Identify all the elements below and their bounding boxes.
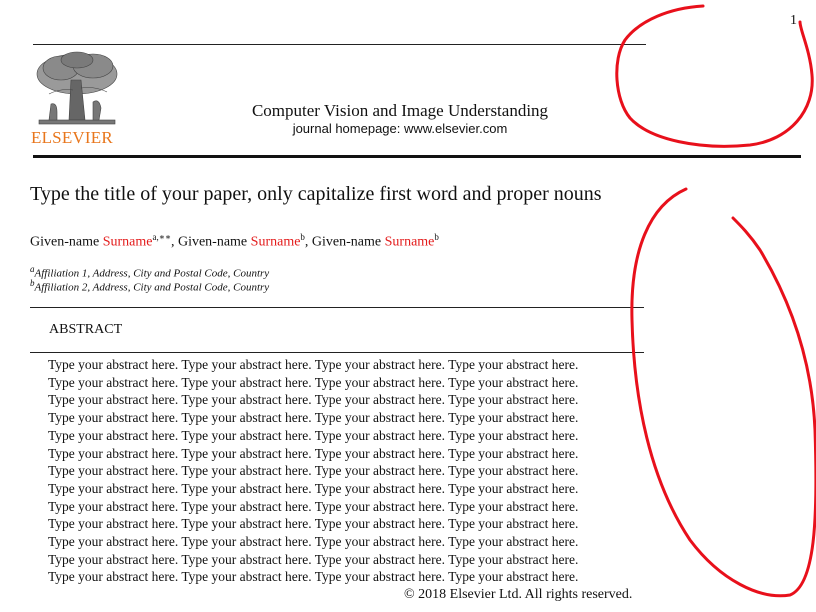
affiliation-2: bAffiliation 2, Address, City and Postal… <box>30 278 269 294</box>
author-1-surname: Surname <box>102 234 153 250</box>
abstract-line: Type your abstract here. Type your abstr… <box>48 534 579 550</box>
author-2-given: Given-name <box>177 234 248 250</box>
abstract-line: Type your abstract here. Type your abstr… <box>48 427 579 443</box>
elsevier-logo-text: ELSEVIER <box>31 128 113 147</box>
elsevier-logo: ELSEVIER <box>31 50 123 148</box>
abstract-line: Type your abstract here. Type your abstr… <box>48 445 579 461</box>
author-3-marks: b <box>434 232 439 242</box>
abstract-bottom-rule <box>30 352 644 353</box>
affiliation-2-text: Affiliation 2, Address, City and Postal … <box>34 281 270 294</box>
abstract-line: Type your abstract here. Type your abstr… <box>48 480 579 496</box>
abstract-body: Type your abstract here. Type your abstr… <box>48 356 648 586</box>
abstract-line: Type your abstract here. Type your abstr… <box>48 392 579 408</box>
abstract-line: Type your abstract here. Type your abstr… <box>48 463 579 479</box>
author-3-given: Given-name <box>311 234 382 250</box>
elsevier-tree-icon <box>36 51 118 125</box>
abstract-line: Type your abstract here. Type your abstr… <box>48 569 579 585</box>
annotation-arc-right <box>630 187 816 598</box>
abstract-line: Type your abstract here. Type your abstr… <box>48 551 579 567</box>
header-bottom-rule <box>33 155 801 158</box>
page-number: 1 <box>790 13 797 28</box>
abstract-line: Type your abstract here. Type your abstr… <box>48 516 579 532</box>
copyright-notice: © 2018 Elsevier Ltd. All rights reserved… <box>404 587 633 602</box>
abstract-line: Type your abstract here. Type your abstr… <box>48 374 579 390</box>
abstract-line: Type your abstract here. Type your abstr… <box>48 498 579 514</box>
author-2-separator: , <box>304 234 312 250</box>
abstract-heading: ABSTRACT <box>49 322 123 337</box>
abstract-top-rule <box>30 307 644 308</box>
journal-title: Computer Vision and Image Understanding <box>251 101 549 120</box>
author-2-surname: Surname <box>250 234 301 250</box>
paper-title: Type the title of your paper, only capit… <box>30 183 602 205</box>
author-list: Given-name Surnamea,∗∗, Given-name Surna… <box>30 232 439 251</box>
journal-homepage[interactable]: journal homepage: www.elsevier.com <box>200 121 600 136</box>
abstract-line: Type your abstract here. Type your abstr… <box>48 357 579 372</box>
author-1-marks: a,∗∗ <box>152 232 171 242</box>
header-top-rule <box>33 44 646 45</box>
author-1-given: Given-name <box>30 234 100 250</box>
abstract-line: Type your abstract here. Type your abstr… <box>48 410 579 426</box>
author-3-surname: Surname <box>384 234 435 250</box>
annotation-circle-top <box>615 4 814 148</box>
author-1-separator: , <box>170 234 178 250</box>
